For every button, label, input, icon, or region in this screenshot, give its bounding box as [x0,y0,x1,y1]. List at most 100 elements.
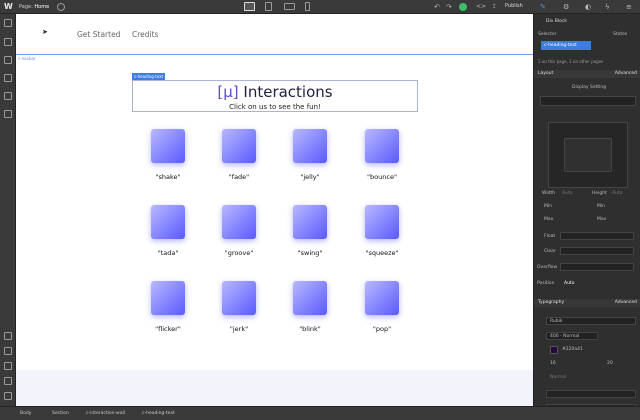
interaction-tile-label: "jelly" [300,173,320,181]
audit-icon[interactable] [4,362,12,370]
font-select[interactable]: Rubik [546,317,636,325]
assets-icon[interactable] [4,92,12,100]
position-value[interactable]: Auto [564,281,574,286]
text-color-value[interactable]: #220a41 [562,347,583,352]
navbar-tag: c-navbar [18,56,36,61]
pages-icon[interactable] [4,38,12,46]
breadcrumb-interaction-wall[interactable]: c-interaction-wall [86,411,125,416]
landscape-phone-icon[interactable] [284,3,295,10]
display-options[interactable] [540,96,636,106]
element-type: Div Block [546,19,567,24]
interaction-tile[interactable] [293,281,327,315]
code-icon[interactable]: <> [476,3,486,11]
font-size-value[interactable]: 16 [550,361,556,366]
gear-icon[interactable]: ⚙ [563,3,571,11]
tablet-icon[interactable] [265,2,272,11]
position-label: Position [537,281,555,286]
width-value[interactable]: Auto [562,191,572,196]
select-icon[interactable] [4,347,12,355]
brush-icon[interactable]: ✎ [540,3,548,11]
float-label: Float [544,234,556,239]
interaction-tile[interactable] [151,129,185,163]
interaction-tile[interactable] [365,281,399,315]
overflow-options[interactable] [560,263,634,271]
settings-icon[interactable] [57,3,65,11]
breadcrumb-heading-text[interactable]: c-heading-text [142,411,175,416]
weight-value: 400 - Normal [550,334,580,339]
footer-section [16,370,533,406]
heading-block[interactable]: [μ] Interactions Click on us to see the … [132,80,418,112]
nav-link-credits[interactable]: Credits [132,30,158,39]
states-label[interactable]: States [613,32,627,37]
interaction-tile[interactable] [151,281,185,315]
layout-advanced[interactable]: Advanced [615,70,637,78]
list-icon[interactable]: ≡ [626,3,634,11]
font-name: Rubik [550,319,563,324]
max-width-label: Max [544,217,554,222]
breadcrumb-body[interactable]: Body [20,411,31,416]
layout-section-header[interactable]: Layout Advanced [534,70,640,78]
interaction-tile[interactable] [222,129,256,163]
text-align-options[interactable] [546,390,636,398]
help-icon[interactable] [4,392,12,400]
drop-icon[interactable]: ◐ [585,3,593,11]
interaction-tile-label: "bounce" [367,173,397,181]
interaction-tile-label: "swing" [297,249,323,257]
page-selector[interactable]: Page: Home [19,4,49,10]
webflow-logo[interactable]: W [4,2,13,11]
padding-box[interactable] [564,138,612,172]
interaction-tile[interactable] [365,205,399,239]
redo-icon[interactable]: ↷ [446,3,454,11]
weight-select[interactable]: 400 - Normal [546,332,598,340]
letter-spacing-value[interactable]: Normal [550,375,566,380]
overflow-label: Overflow [537,265,558,270]
phone-icon[interactable] [305,2,310,11]
navbar-selection-outline [16,54,533,55]
typography-advanced[interactable]: Advanced [615,299,637,307]
cms-icon[interactable] [4,56,12,64]
text-color-swatch[interactable] [550,346,558,354]
undo-icon[interactable]: ↶ [434,3,442,11]
selector-usage: 1 on this page, 1 on other pages [538,59,604,64]
ecommerce-icon[interactable] [4,74,12,82]
title-text: Interactions [243,83,333,101]
interaction-tile-label: "groove" [224,249,254,257]
selector-chip[interactable]: c-heading-text [541,41,591,50]
height-value[interactable]: Auto [612,191,622,196]
line-height-value[interactable]: 20 [607,361,613,366]
settings-icon[interactable] [4,110,12,118]
lightning-icon[interactable]: ϟ [605,3,613,11]
breadcrumb-section[interactable]: Section [52,411,69,416]
publish-button[interactable]: Publish [505,3,523,9]
grid-icon[interactable] [4,377,12,385]
interaction-tile-label: "fade" [228,173,250,181]
interaction-tile[interactable] [151,205,185,239]
title-bracket: [μ] [217,83,239,101]
share-icon[interactable]: ⇪ [492,3,500,11]
interaction-tile[interactable] [222,205,256,239]
cursor-icon: ➤ [42,28,48,36]
add-icon[interactable] [4,19,12,27]
interaction-tile[interactable] [293,205,327,239]
interaction-tile[interactable] [365,129,399,163]
layout-title: Layout [538,71,554,76]
top-bar: W Page: Home ↶ ↷ <> ⇪ Publish ✎ ⚙ ◐ ϟ ≡ [0,0,640,14]
page-label: Page: [19,4,33,10]
design-canvas[interactable]: Get Started Credits ➤ c-navbar c-heading… [16,14,533,406]
width-label: Width [542,191,556,196]
float-options[interactable] [560,232,634,240]
nav-link-get-started[interactable]: Get Started [77,30,120,39]
max-height-label: Max [597,217,607,222]
desktop-icon[interactable] [244,2,255,11]
typography-section-header[interactable]: Typography Advanced [534,299,640,307]
clear-options[interactable] [560,247,634,255]
breadcrumb: Body Section c-interaction-wall c-headin… [0,406,640,420]
interaction-tile[interactable] [222,281,256,315]
subtitle: Click on us to see the fun! [229,103,321,111]
navigator-icon[interactable] [4,332,12,340]
saved-status-icon [459,3,467,11]
navbar: Get Started Credits ➤ [16,14,533,54]
min-height-label: Min [597,204,605,209]
heading-tag[interactable]: c-heading-text [132,73,166,80]
interaction-tile[interactable] [293,129,327,163]
